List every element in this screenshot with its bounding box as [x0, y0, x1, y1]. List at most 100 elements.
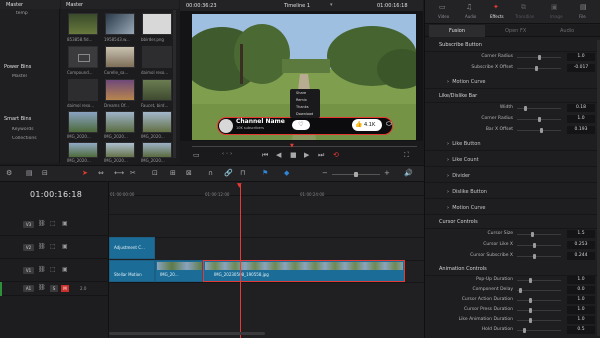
divider-group[interactable]: › Divider — [425, 169, 600, 183]
reverse-play-icon[interactable]: ◀ — [276, 151, 281, 159]
zoom-slider-knob[interactable] — [354, 172, 358, 177]
media-thumbnail[interactable] — [105, 13, 135, 35]
subtab-fusion[interactable]: Fusion — [449, 28, 465, 34]
dynamic-trim-icon[interactable]: ⟷ — [114, 169, 124, 177]
replace-clip-icon[interactable]: ⊠ — [186, 169, 192, 177]
video-tab-icon[interactable]: ▭ — [439, 3, 446, 11]
cursor-controls-section[interactable]: Cursor Controls — [425, 216, 600, 229]
media-thumbnail[interactable] — [142, 13, 172, 35]
param-value[interactable]: 1.0 — [567, 296, 595, 304]
slider-knob[interactable] — [532, 253, 536, 259]
param-slider[interactable] — [517, 309, 561, 311]
fullscreen-icon[interactable]: ⛶ — [404, 151, 409, 160]
stop-icon[interactable]: ■ — [290, 151, 297, 159]
bin-master[interactable]: Master — [6, 2, 23, 8]
zoom-out-icon[interactable]: − — [322, 169, 328, 177]
trim-tool-icon[interactable]: ⇔ — [98, 169, 104, 177]
param-slider[interactable] — [517, 255, 561, 257]
scrubber-track[interactable] — [192, 146, 417, 147]
clip-view-icon[interactable]: ▤ — [26, 169, 33, 177]
selected-image-clip[interactable]: IMG_20230508_190558.jpg — [203, 260, 405, 282]
media-thumbnail[interactable] — [105, 79, 135, 101]
param-slider[interactable] — [517, 233, 561, 235]
slider-knob[interactable] — [533, 242, 537, 248]
param-slider[interactable] — [517, 244, 561, 246]
like-count-group[interactable]: › Like Count — [425, 153, 600, 167]
subscribe-button[interactable]: ♡ — [292, 120, 310, 130]
go-to-end-icon[interactable]: ⏭ — [318, 151, 324, 160]
file-tab-icon[interactable]: ▤ — [580, 3, 587, 11]
flag-icon[interactable]: ⚑ — [262, 169, 268, 177]
track-lock-icon[interactable]: ⛓ — [38, 266, 46, 273]
media-thumbnail[interactable] — [68, 111, 98, 133]
media-thumbnail[interactable] — [105, 46, 135, 68]
marker-icon[interactable]: ◆ — [284, 169, 289, 177]
overwrite-clip-icon[interactable]: ⊞ — [170, 169, 176, 177]
param-value[interactable]: 0.0 — [567, 286, 595, 294]
slider-knob[interactable] — [524, 105, 528, 111]
tab-audio[interactable]: Audio — [465, 14, 476, 19]
media-thumbnail[interactable] — [68, 142, 98, 158]
playhead-handle[interactable]: ▼ — [237, 182, 242, 189]
media-thumbnail[interactable] — [142, 46, 172, 68]
jog-icon[interactable]: ‹ ◦ › — [222, 151, 232, 157]
subscribe-button-section[interactable]: Subscribe Button — [425, 39, 600, 52]
param-value[interactable]: 1.0 — [567, 115, 595, 123]
media-thumbnail[interactable] — [142, 142, 172, 158]
dislike-button-group[interactable]: › Dislike Button — [425, 185, 600, 199]
tab-video[interactable]: Video — [438, 14, 449, 19]
media-thumbnail[interactable] — [105, 111, 135, 133]
timeline-name[interactable]: Timeline 1 — [284, 3, 310, 9]
stellar-motion-clip[interactable]: Stellar Motion — [109, 260, 155, 282]
track-link-icon[interactable]: ⬚ — [50, 243, 56, 250]
media-thumbnail[interactable] — [105, 142, 135, 158]
go-to-start-icon[interactable]: ⏮ — [262, 151, 268, 160]
slider-knob[interactable] — [537, 116, 541, 122]
param-value[interactable]: 1.5 — [567, 230, 595, 238]
position-lock-icon[interactable]: ⊓ — [240, 169, 245, 177]
stacked-view-icon[interactable]: ⊟ — [42, 169, 48, 177]
param-slider[interactable] — [517, 67, 561, 69]
subtab-audio[interactable]: Audio — [560, 28, 574, 34]
volume-icon[interactable]: 🔊 — [404, 169, 413, 177]
param-slider[interactable] — [517, 279, 561, 281]
motion-curve-1[interactable]: › Motion Curve — [425, 75, 600, 89]
param-value[interactable]: 1.0 — [567, 316, 595, 324]
viewer-options-icon[interactable]: ▭ — [193, 151, 200, 159]
param-value[interactable]: 0.18 — [567, 104, 595, 112]
track-visibility-icon[interactable]: ▣ — [62, 220, 68, 227]
insert-clip-icon[interactable]: ⊡ — [152, 169, 158, 177]
track-visibility-icon[interactable]: ▣ — [62, 266, 68, 273]
track-visibility-icon[interactable]: ▣ — [62, 243, 68, 250]
timeline-view-icon[interactable]: ⚙ — [6, 169, 12, 177]
power-bin-master[interactable]: Master — [12, 74, 27, 79]
viewer-frame[interactable]: Channel Name 10K subscribers ♡ 👍 4.1K ⬭ … — [192, 14, 416, 140]
param-slider[interactable] — [517, 289, 561, 291]
media-thumbnail[interactable] — [142, 111, 172, 133]
param-value[interactable]: 0.193 — [567, 126, 595, 134]
slider-knob[interactable] — [529, 277, 533, 283]
param-value[interactable]: 0.253 — [567, 241, 595, 249]
subtab-openfx[interactable]: Open FX — [505, 28, 526, 34]
track-link-icon[interactable]: ⬚ — [50, 220, 56, 227]
media-thumbnail[interactable] — [68, 46, 98, 68]
tab-effects[interactable]: Effects — [490, 14, 504, 19]
motion-curve-2[interactable]: › Motion Curve — [425, 201, 600, 215]
tab-file[interactable]: File — [579, 14, 586, 19]
slider-knob[interactable] — [535, 65, 539, 71]
playhead-line[interactable] — [240, 184, 241, 338]
param-value[interactable]: 1.0 — [567, 306, 595, 314]
time-ruler[interactable] — [109, 182, 424, 196]
media-thumbnail[interactable] — [68, 79, 98, 101]
transition-tab-icon[interactable]: ⧉ — [521, 3, 526, 12]
bin-temp[interactable]: temp — [16, 11, 28, 16]
slider-knob[interactable] — [529, 297, 533, 303]
param-value[interactable]: -0.017 — [567, 64, 595, 72]
audio-tab-icon[interactable]: ♫ — [466, 3, 472, 11]
link-icon[interactable]: 🔗 — [224, 169, 233, 177]
slider-knob[interactable] — [523, 327, 527, 333]
media-thumbnail[interactable] — [68, 13, 98, 35]
like-dislike-section[interactable]: Like/Dislike Bar — [425, 90, 600, 103]
slider-knob[interactable] — [529, 317, 533, 323]
smart-bin-collections[interactable]: Collections — [12, 136, 37, 141]
